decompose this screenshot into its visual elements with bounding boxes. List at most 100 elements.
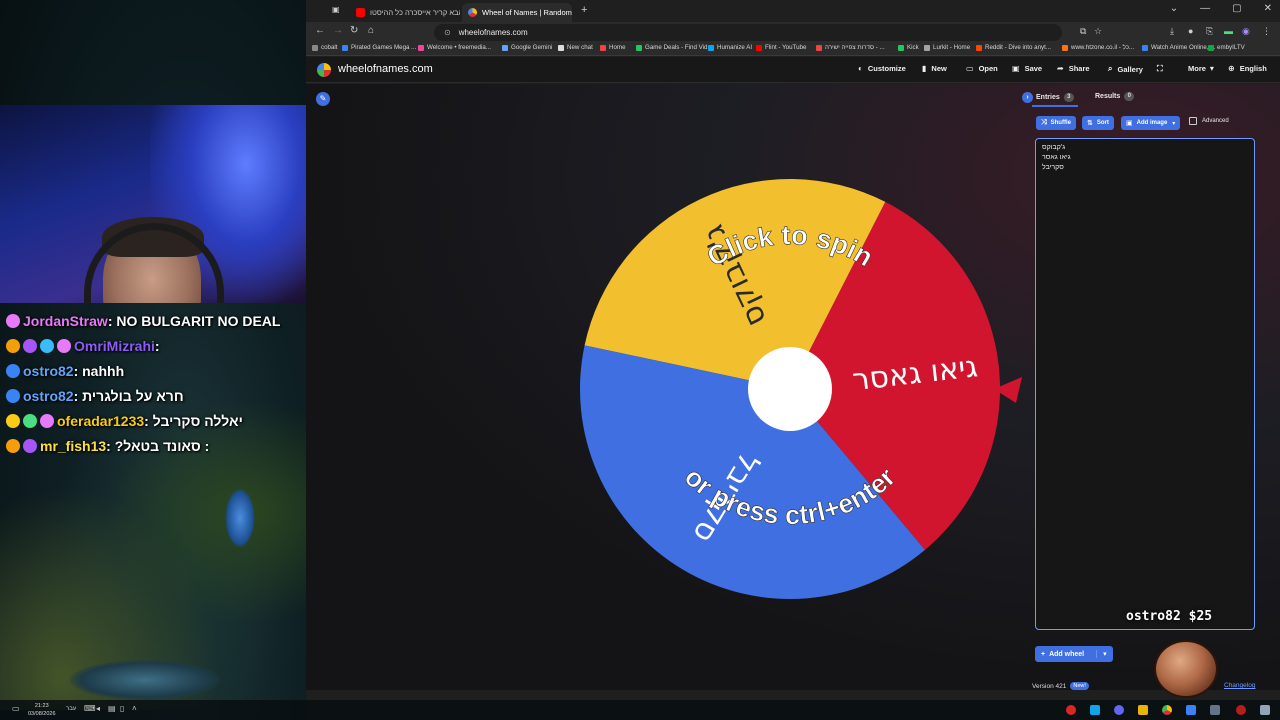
site-title[interactable]: wheelofnames.com [338, 63, 433, 75]
forward-icon[interactable]: → [333, 25, 343, 36]
bookmark-item[interactable]: Humanize AI [708, 44, 752, 51]
bookmark-item[interactable]: Kick [898, 44, 919, 51]
app-icon[interactable] [1114, 705, 1124, 715]
tab-entries[interactable]: › Entries 3 [1022, 92, 1074, 103]
chat-message: mr_fish13: ?סאונד בטאל : [6, 433, 306, 458]
chat-text: : nahhh [73, 362, 125, 379]
advanced-checkbox[interactable]: Advanced [1189, 117, 1229, 125]
home-icon[interactable]: ⌂ [368, 25, 374, 36]
wheel-logo-icon[interactable] [317, 63, 331, 77]
chevron-up-icon[interactable]: ˄ [132, 704, 137, 713]
bookmark-favicon-icon [636, 44, 642, 51]
chat-badge-icon [23, 338, 37, 353]
bookmark-item[interactable]: Pirated Games Mega ... [342, 44, 416, 51]
menu-new-button[interactable]: ▮ New [922, 64, 947, 73]
bookmark-item[interactable]: Google Gemini [502, 44, 552, 51]
menu-icon[interactable]: ⋮ [1262, 26, 1271, 37]
checkbox[interactable] [1189, 117, 1197, 125]
entry-line[interactable]: סקריבל [1042, 164, 1064, 171]
minimize-button[interactable]: — [1200, 3, 1210, 14]
bookmark-item[interactable]: Home [600, 44, 626, 51]
language-indicator[interactable]: עבר [66, 706, 76, 712]
cast-icon[interactable]: ⧉ [1080, 26, 1086, 37]
app-icon[interactable] [1236, 705, 1246, 715]
chevron-down-icon[interactable]: ▾ [1096, 650, 1107, 658]
wheel[interactable]: ג'קבוקסגיאו גאסרסקריבלClick to spinor pr… [570, 174, 1030, 604]
bookmark-star-icon[interactable]: ☆ [1094, 26, 1102, 37]
profile-icon[interactable]: ◉ [1242, 26, 1250, 37]
bookmark-item[interactable]: Welcome • freemedia... [418, 44, 491, 51]
maximize-button[interactable]: ▢ [1232, 3, 1241, 14]
notification-icon[interactable]: ▭ [12, 704, 20, 713]
menu-customize-button[interactable]: ◐ Customize [858, 64, 906, 73]
bookmark-item[interactable]: Game Deals - Find Vid... [636, 44, 713, 51]
menu-share-button[interactable]: ➦ Share [1057, 64, 1090, 73]
youtube-icon [356, 8, 365, 17]
fish-image [70, 660, 220, 700]
extension-icon[interactable]: ● [1188, 26, 1193, 36]
chat-text: : חרא על בולגרית [73, 387, 184, 404]
bookmark-item[interactable]: Watch Anime Online, ... [1142, 44, 1215, 51]
edit-pencil-icon[interactable]: ✎ [316, 92, 330, 106]
shuffle-button[interactable]: ⤨ Shuffle [1036, 116, 1076, 130]
network-icon[interactable]: ▤ [108, 704, 116, 713]
app-icon[interactable] [1090, 705, 1100, 715]
tab-results[interactable]: Results 0 [1095, 92, 1135, 101]
reload-icon[interactable]: ↻ [350, 25, 358, 36]
chat-text: : יאללה סקריבל [144, 412, 243, 429]
bookmark-favicon-icon [600, 44, 606, 51]
address-bar[interactable]: ⊙ wheelofnames.com [434, 24, 1062, 41]
new-tab-button[interactable]: + [581, 4, 587, 16]
wheel-center[interactable] [748, 347, 832, 431]
file-explorer-icon[interactable] [1138, 705, 1148, 715]
bookmark-item[interactable]: New chat [558, 44, 593, 51]
add-image-button[interactable]: ▣ Add image ▾ [1121, 116, 1181, 130]
entry-line[interactable]: גיאו גאסר [1042, 154, 1071, 161]
keyboard-icon[interactable]: ⌨ [84, 704, 96, 713]
menu-gallery-button[interactable]: ⌕ Gallery [1108, 64, 1143, 74]
sort-icon: ⇅ [1087, 120, 1093, 127]
chevron-down-icon: ▾ [1172, 120, 1176, 127]
app-icon[interactable] [1066, 705, 1076, 715]
bookmark-favicon-icon [924, 44, 930, 51]
menu-more-button[interactable]: More ▾ [1188, 64, 1214, 73]
battery-icon[interactable]: ▯ [120, 704, 124, 713]
menu-save-button[interactable]: ▣ Save [1012, 64, 1042, 73]
site-info-icon[interactable]: ⊙ [444, 28, 451, 37]
bookmark-favicon-icon [312, 44, 318, 51]
tab-list-icon[interactable]: ⌄ [1170, 3, 1178, 14]
chrome-icon[interactable] [1162, 705, 1172, 715]
download-icon[interactable]: ⤓ [1170, 26, 1174, 37]
app-icon[interactable] [1210, 705, 1220, 715]
extension-icon[interactable]: ⎘ [1206, 26, 1213, 37]
close-button[interactable]: ✕ [1264, 3, 1272, 14]
bookmark-item[interactable]: Reddit - Dive into anyt... [976, 44, 1051, 51]
browser-tab-active[interactable]: Wheel of Names | Random nam ✕ [462, 3, 572, 22]
app-icon[interactable] [1186, 705, 1196, 715]
entries-tab-icon: › [1022, 92, 1033, 103]
changelog-link[interactable]: Changelog [1224, 682, 1255, 689]
chat-message: JordanStraw: NO BULGARIT NO DEAL [6, 308, 306, 333]
bookmark-item[interactable]: Lurkit - Home [924, 44, 970, 51]
menu-open-button[interactable]: ▭ Open [966, 64, 998, 73]
chevron-down-icon: ▾ [1209, 64, 1214, 73]
bookmark-item[interactable]: Flint - YouTube [756, 44, 806, 51]
bookmark-item[interactable]: cobalt [312, 44, 338, 51]
back-icon[interactable]: ← [315, 25, 325, 36]
chat-badge-icon [23, 438, 37, 453]
tab-search-icon[interactable]: ▣ [332, 5, 340, 14]
volume-icon[interactable]: ◂ [96, 704, 100, 713]
bookmark-item[interactable]: סדרות צפייה ישירה - ... [816, 44, 885, 51]
entries-textarea[interactable]: ג'קבוקס גיאו גאסר סקריבל ostro82 $25 [1035, 138, 1255, 630]
app-icon[interactable] [1260, 705, 1270, 715]
entry-line[interactable]: ג'קבוקס [1042, 144, 1065, 151]
browser-tab[interactable]: אבא קריר אייסכרה כל ההיסטו ✕ [350, 3, 460, 22]
add-wheel-button[interactable]: + Add wheel ▾ [1035, 646, 1113, 662]
sort-button[interactable]: ⇅ Sort [1082, 116, 1114, 130]
menu-english-button[interactable]: ⊕ English [1228, 64, 1267, 73]
clock[interactable]: 21:23 03/08/2026 [28, 702, 56, 718]
extension-icon[interactable]: ▬ [1224, 26, 1233, 36]
menu-fullscreen-button[interactable]: ⛶ [1157, 64, 1168, 74]
bookmark-item[interactable]: embyILTV [1208, 44, 1245, 51]
bookmark-item[interactable]: www.htzone.co.il - כל... [1062, 44, 1134, 51]
